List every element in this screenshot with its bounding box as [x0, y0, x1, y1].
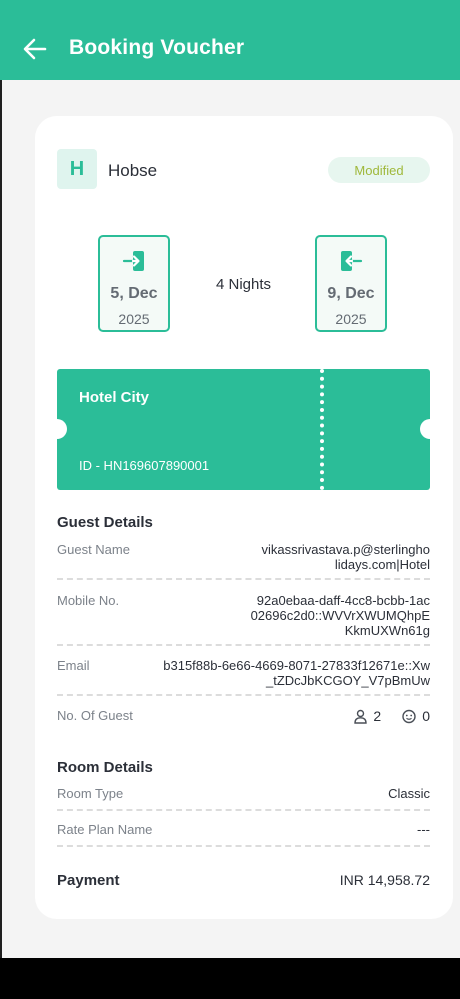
email-value: b315f88b-6e66-4669-8071-27833f12671e::Xw…	[163, 658, 430, 688]
divider	[57, 578, 430, 580]
checkin-year: 2025	[118, 311, 150, 327]
system-nav-bar	[0, 958, 460, 999]
ticket-hotel-name: Hotel City	[79, 389, 150, 406]
divider	[57, 644, 430, 646]
ticket-notch-right	[420, 419, 430, 439]
email-line: _tZDcJbKCGOY_V7pBmUw	[266, 673, 430, 688]
checkin-date-box: 5, Dec 2025	[98, 235, 170, 332]
checkout-day: 9, Dec	[327, 285, 375, 302]
arrow-left-icon[interactable]	[22, 36, 48, 62]
checkin-day: 5, Dec	[110, 285, 158, 302]
adult-count: 2	[373, 708, 382, 724]
guest-details-heading: Guest Details	[57, 514, 153, 531]
payment-amount: INR 14,958.72	[339, 872, 430, 888]
rate-plan-value: ---	[417, 822, 430, 837]
ticket-notch-left	[57, 419, 67, 439]
guest-name-line: lidays.com|Hotel	[334, 557, 430, 572]
mobile-label: Mobile No.	[57, 593, 120, 608]
adult-icon	[354, 709, 368, 724]
checkout-icon	[341, 251, 363, 271]
mobile-line: 02696c2d0::WVVrXWUMQhpE	[250, 608, 430, 623]
rate-plan-label: Rate Plan Name	[57, 822, 153, 837]
guest-name-value: vikassrivastava.p@sterlingho lidays.com|…	[261, 542, 430, 572]
divider	[57, 845, 430, 847]
room-details-heading: Room Details	[57, 759, 153, 776]
guest-name-label: Guest Name	[57, 542, 130, 557]
guest-count-label: No. Of Guest	[57, 708, 133, 723]
hotel-avatar: H	[57, 149, 97, 189]
divider	[57, 809, 430, 811]
checkout-date-box: 9, Dec 2025	[315, 235, 387, 332]
app-bar: Booking Voucher	[0, 0, 460, 80]
room-type-label: Room Type	[57, 786, 124, 801]
guest-name-line: vikassrivastava.p@sterlingho	[261, 542, 430, 557]
mobile-line: KkmUXWn61g	[344, 623, 430, 638]
child-icon	[402, 709, 416, 723]
voucher-card: H Hobse Modified 5, Dec 2025 4 Nights 9,…	[35, 116, 453, 919]
ticket-booking-id: ID - HN169607890001	[79, 458, 210, 473]
hotel-name: Hobse	[108, 161, 158, 180]
email-label: Email	[57, 658, 90, 673]
divider	[57, 694, 430, 696]
mobile-line: 92a0ebaa-daff-4cc8-bcbb-1ac	[256, 593, 430, 608]
checkin-icon	[122, 251, 144, 271]
window-edge	[0, 80, 2, 958]
child-count: 0	[422, 708, 430, 724]
status-badge: Modified	[328, 157, 430, 183]
payment-label: Payment	[57, 872, 120, 889]
ticket-perforation	[320, 369, 324, 490]
checkout-year: 2025	[335, 311, 367, 327]
guest-count: 2 0	[353, 708, 430, 724]
email-line: b315f88b-6e66-4669-8071-27833f12671e::Xw	[163, 658, 430, 673]
mobile-value: 92a0ebaa-daff-4cc8-bcbb-1ac 02696c2d0::W…	[251, 593, 430, 638]
page-title: Booking Voucher	[69, 36, 245, 59]
nights-count: 4 Nights	[215, 276, 272, 293]
room-type-value: Classic	[388, 786, 430, 801]
hotel-ticket: Hotel City ID - HN169607890001	[57, 369, 430, 490]
